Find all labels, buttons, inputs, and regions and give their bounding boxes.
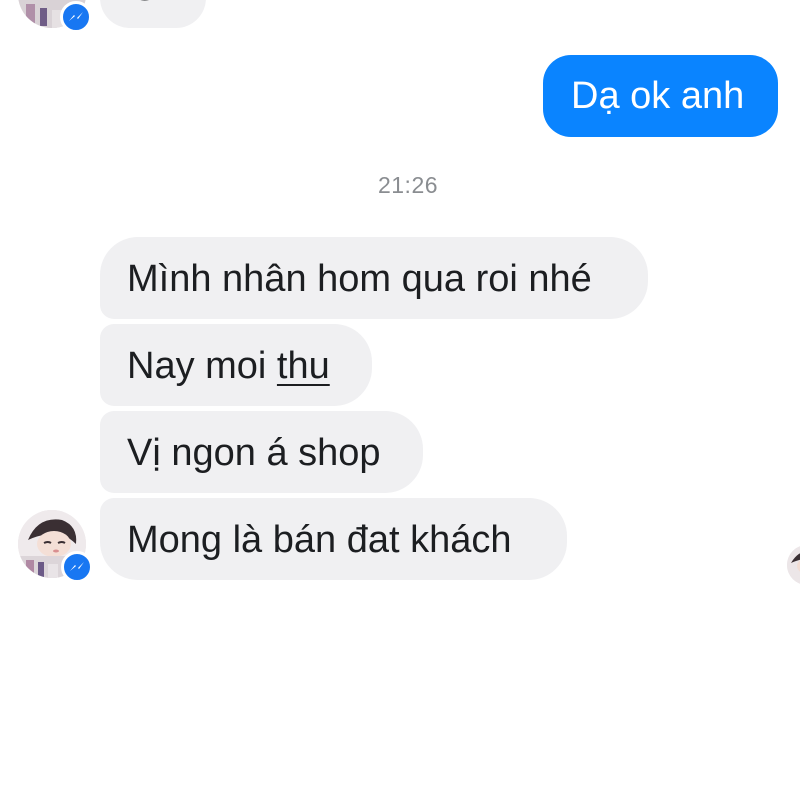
read-receipt-avatar xyxy=(787,545,800,585)
message-bubble-sent[interactable]: Dạ ok anh xyxy=(543,55,778,137)
message-bubble-received[interactable]: Nay moi thu xyxy=(100,324,372,406)
message-timestamp: 21:26 xyxy=(377,172,439,198)
message-text: Ok xyxy=(130,0,179,9)
avatar-photo-icon xyxy=(787,545,800,585)
message-bubble-received[interactable]: Vị ngon á shop xyxy=(100,411,423,493)
messenger-badge-icon xyxy=(60,1,92,33)
chat-thread: Ok Dạ ok anh 21:26 Mình nhân hom qua roi… xyxy=(0,0,800,800)
message-text: Mình nhân hom qua roi nhé xyxy=(127,258,592,300)
message-text-underlined: thu xyxy=(276,345,330,387)
message-text: Mong là bán đat khách xyxy=(127,519,512,561)
message-text: Dạ ok anh xyxy=(571,75,745,117)
message-text: Vị ngon á shop xyxy=(127,432,381,474)
message-text: Nay moi xyxy=(127,345,277,387)
message-bubble-received[interactable]: Mình nhân hom qua roi nhé xyxy=(100,237,648,319)
messenger-badge-icon xyxy=(61,551,93,583)
message-bubble-received[interactable]: Ok xyxy=(100,0,206,28)
message-bubble-received[interactable]: Mong là bán đat khách xyxy=(100,498,567,580)
